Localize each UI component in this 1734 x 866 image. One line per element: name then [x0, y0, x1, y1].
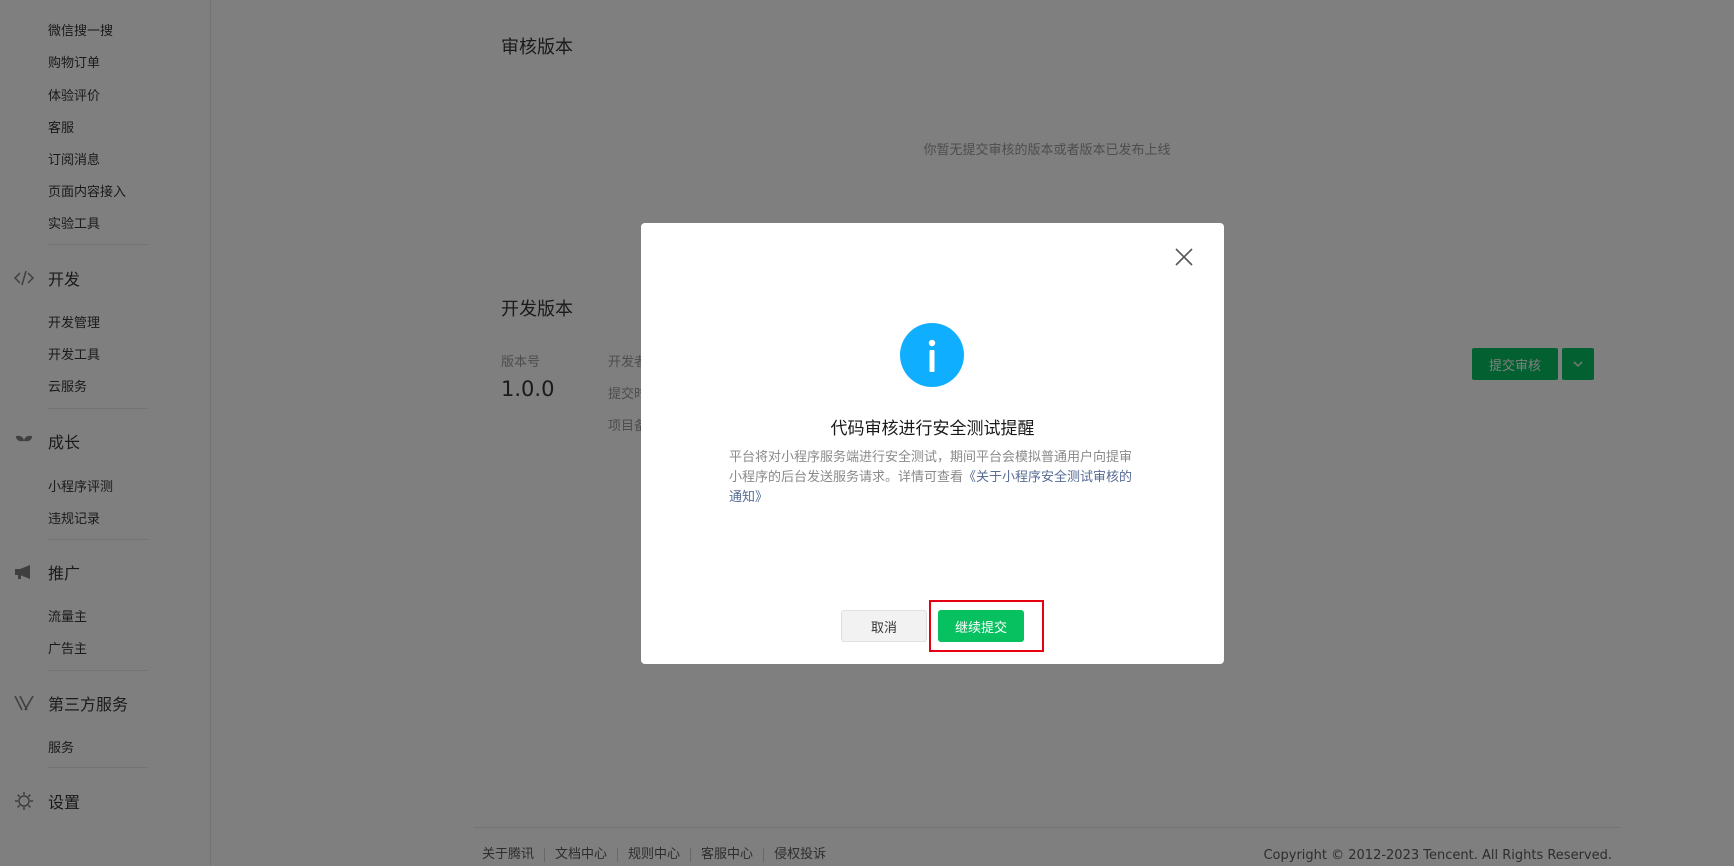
dialog-title: 代码审核进行安全测试提醒 [830, 419, 1035, 439]
highlight-annotation-box [929, 600, 1044, 652]
cancel-button[interactable]: 取消 [841, 610, 927, 642]
info-icon [900, 323, 964, 387]
dialog-body: 平台将对小程序服务端进行安全测试，期间平台会模拟普通用户向提审小程序的后台发送服… [729, 448, 1137, 508]
close-icon [1175, 248, 1193, 266]
close-button[interactable] [1170, 243, 1198, 271]
security-test-dialog: 代码审核进行安全测试提醒 平台将对小程序服务端进行安全测试，期间平台会模拟普通用… [641, 223, 1224, 664]
